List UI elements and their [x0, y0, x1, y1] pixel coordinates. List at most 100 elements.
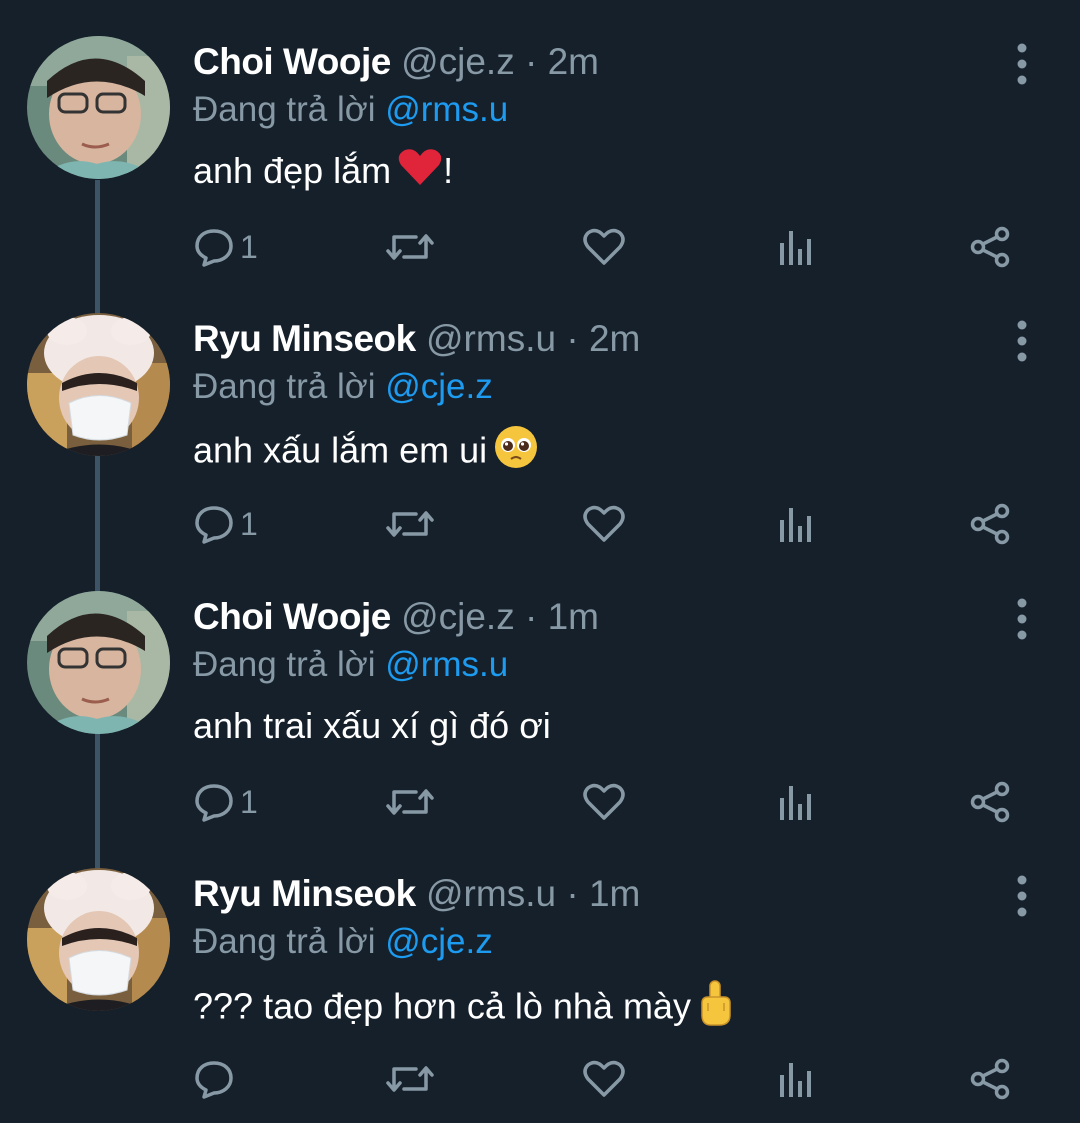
reply-prefix: Đang trả lời: [193, 645, 376, 684]
replying-to: Đang trả lời @rms.u: [193, 643, 508, 687]
replying-to: Đang trả lời @rms.u: [193, 88, 508, 132]
action-bar: 1: [0, 222, 1080, 272]
share-icon: [970, 1058, 1012, 1100]
tweet[interactable]: Choi Wooje @cje.z · 2m Đang trả lời @rms…: [0, 2, 1080, 279]
avatar[interactable]: [27, 591, 170, 734]
analytics-icon: [778, 227, 814, 267]
pleading-face-icon: [493, 424, 539, 482]
analytics-icon: [778, 504, 814, 544]
tweet-text: ??? tao đẹp hơn cả lò nhà mày: [193, 979, 733, 1039]
retweet-button[interactable]: [386, 222, 434, 272]
more-options-icon[interactable]: [1008, 319, 1036, 363]
middle-finger-icon: [697, 979, 733, 1039]
tweet[interactable]: Choi Wooje @cje.z · 1m Đang trả lời @rms…: [0, 557, 1080, 834]
like-button[interactable]: [582, 1054, 626, 1104]
action-bar: [0, 1054, 1080, 1104]
like-button[interactable]: [582, 499, 626, 549]
retweet-icon: [386, 1059, 434, 1099]
mention-link[interactable]: @rms.u: [385, 90, 508, 129]
retweet-button[interactable]: [386, 499, 434, 549]
red-heart-icon: [397, 147, 443, 199]
more-options-icon[interactable]: [1008, 874, 1036, 918]
tweet-header: Choi Wooje @cje.z · 1m: [193, 595, 599, 639]
reply-count: 1: [240, 505, 258, 542]
share-button[interactable]: [970, 222, 1012, 272]
reply-prefix: Đang trả lời: [193, 90, 376, 129]
mention-link[interactable]: @rms.u: [385, 645, 508, 684]
tweet-header: Choi Wooje @cje.z · 2m: [193, 40, 599, 84]
tweet-body: anh đẹp lắm: [193, 150, 392, 191]
tweet-text: anh đẹp lắm!: [193, 147, 453, 199]
share-icon: [970, 781, 1012, 823]
share-button[interactable]: [970, 499, 1012, 549]
retweet-icon: [386, 227, 434, 267]
reply-icon: [194, 1059, 234, 1099]
like-button[interactable]: [582, 777, 626, 827]
heart-icon: [582, 227, 626, 267]
analytics-button[interactable]: [778, 1054, 814, 1104]
analytics-icon: [778, 782, 814, 822]
tweet-header: Ryu Minseok @rms.u · 1m: [193, 872, 640, 916]
display-name[interactable]: Choi Wooje: [193, 596, 391, 637]
tweet-body: anh xấu lắm em ui: [193, 429, 488, 471]
reply-icon: [194, 782, 234, 822]
display-name[interactable]: Ryu Minseok: [193, 318, 416, 359]
reply-count: 1: [240, 228, 258, 265]
share-icon: [970, 226, 1012, 268]
retweet-icon: [386, 504, 434, 544]
reply-prefix: Đang trả lời: [193, 367, 376, 406]
display-name[interactable]: Ryu Minseok: [193, 873, 416, 914]
separator: ·: [566, 318, 579, 359]
analytics-button[interactable]: [778, 222, 814, 272]
retweet-button[interactable]: [386, 777, 434, 827]
tweet[interactable]: Ryu Minseok @rms.u · 1m Đang trả lời @cj…: [0, 834, 1080, 1111]
analytics-icon: [778, 1059, 814, 1099]
replying-to: Đang trả lời @cje.z: [193, 920, 493, 964]
heart-icon: [582, 504, 626, 544]
timestamp[interactable]: 2m: [548, 41, 599, 82]
mention-link[interactable]: @cje.z: [385, 922, 493, 961]
share-button[interactable]: [970, 1054, 1012, 1104]
reply-button[interactable]: [194, 1054, 240, 1104]
tweet-suffix: !: [443, 150, 454, 191]
tweet-body: anh trai xấu xí gì đó ơi: [193, 705, 551, 746]
more-options-icon[interactable]: [1008, 42, 1036, 86]
timestamp[interactable]: 1m: [548, 596, 599, 637]
more-options-icon[interactable]: [1008, 597, 1036, 641]
analytics-button[interactable]: [778, 499, 814, 549]
tweet-text: anh trai xấu xí gì đó ơi: [193, 702, 551, 750]
reply-button[interactable]: 1: [194, 777, 258, 827]
retweet-button[interactable]: [386, 1054, 434, 1104]
user-handle: @cje.z: [401, 596, 515, 637]
display-name[interactable]: Choi Wooje: [193, 41, 391, 82]
analytics-button[interactable]: [778, 777, 814, 827]
separator: ·: [525, 41, 538, 82]
tweet-header: Ryu Minseok @rms.u · 2m: [193, 317, 640, 361]
tweet-text: anh xấu lắm em ui: [193, 424, 539, 482]
reply-count: 1: [240, 783, 258, 820]
heart-icon: [582, 782, 626, 822]
retweet-icon: [386, 782, 434, 822]
avatar[interactable]: [27, 313, 170, 456]
share-icon: [970, 503, 1012, 545]
tweet[interactable]: Ryu Minseok @rms.u · 2m Đang trả lời @cj…: [0, 279, 1080, 556]
replying-to: Đang trả lời @cje.z: [193, 365, 493, 409]
avatar[interactable]: [27, 868, 170, 1011]
reply-button[interactable]: 1: [194, 499, 258, 549]
avatar[interactable]: [27, 36, 170, 179]
user-handle: @rms.u: [426, 318, 557, 359]
timestamp[interactable]: 1m: [589, 873, 640, 914]
reply-icon: [194, 504, 234, 544]
share-button[interactable]: [970, 777, 1012, 827]
reply-prefix: Đang trả lời: [193, 922, 376, 961]
mention-link[interactable]: @cje.z: [385, 367, 493, 406]
user-handle: @rms.u: [426, 873, 557, 914]
reply-icon: [194, 227, 234, 267]
like-button[interactable]: [582, 222, 626, 272]
user-handle: @cje.z: [401, 41, 515, 82]
action-bar: 1: [0, 777, 1080, 827]
separator: ·: [566, 873, 579, 914]
timestamp[interactable]: 2m: [589, 318, 640, 359]
reply-button[interactable]: 1: [194, 222, 258, 272]
separator: ·: [525, 596, 538, 637]
